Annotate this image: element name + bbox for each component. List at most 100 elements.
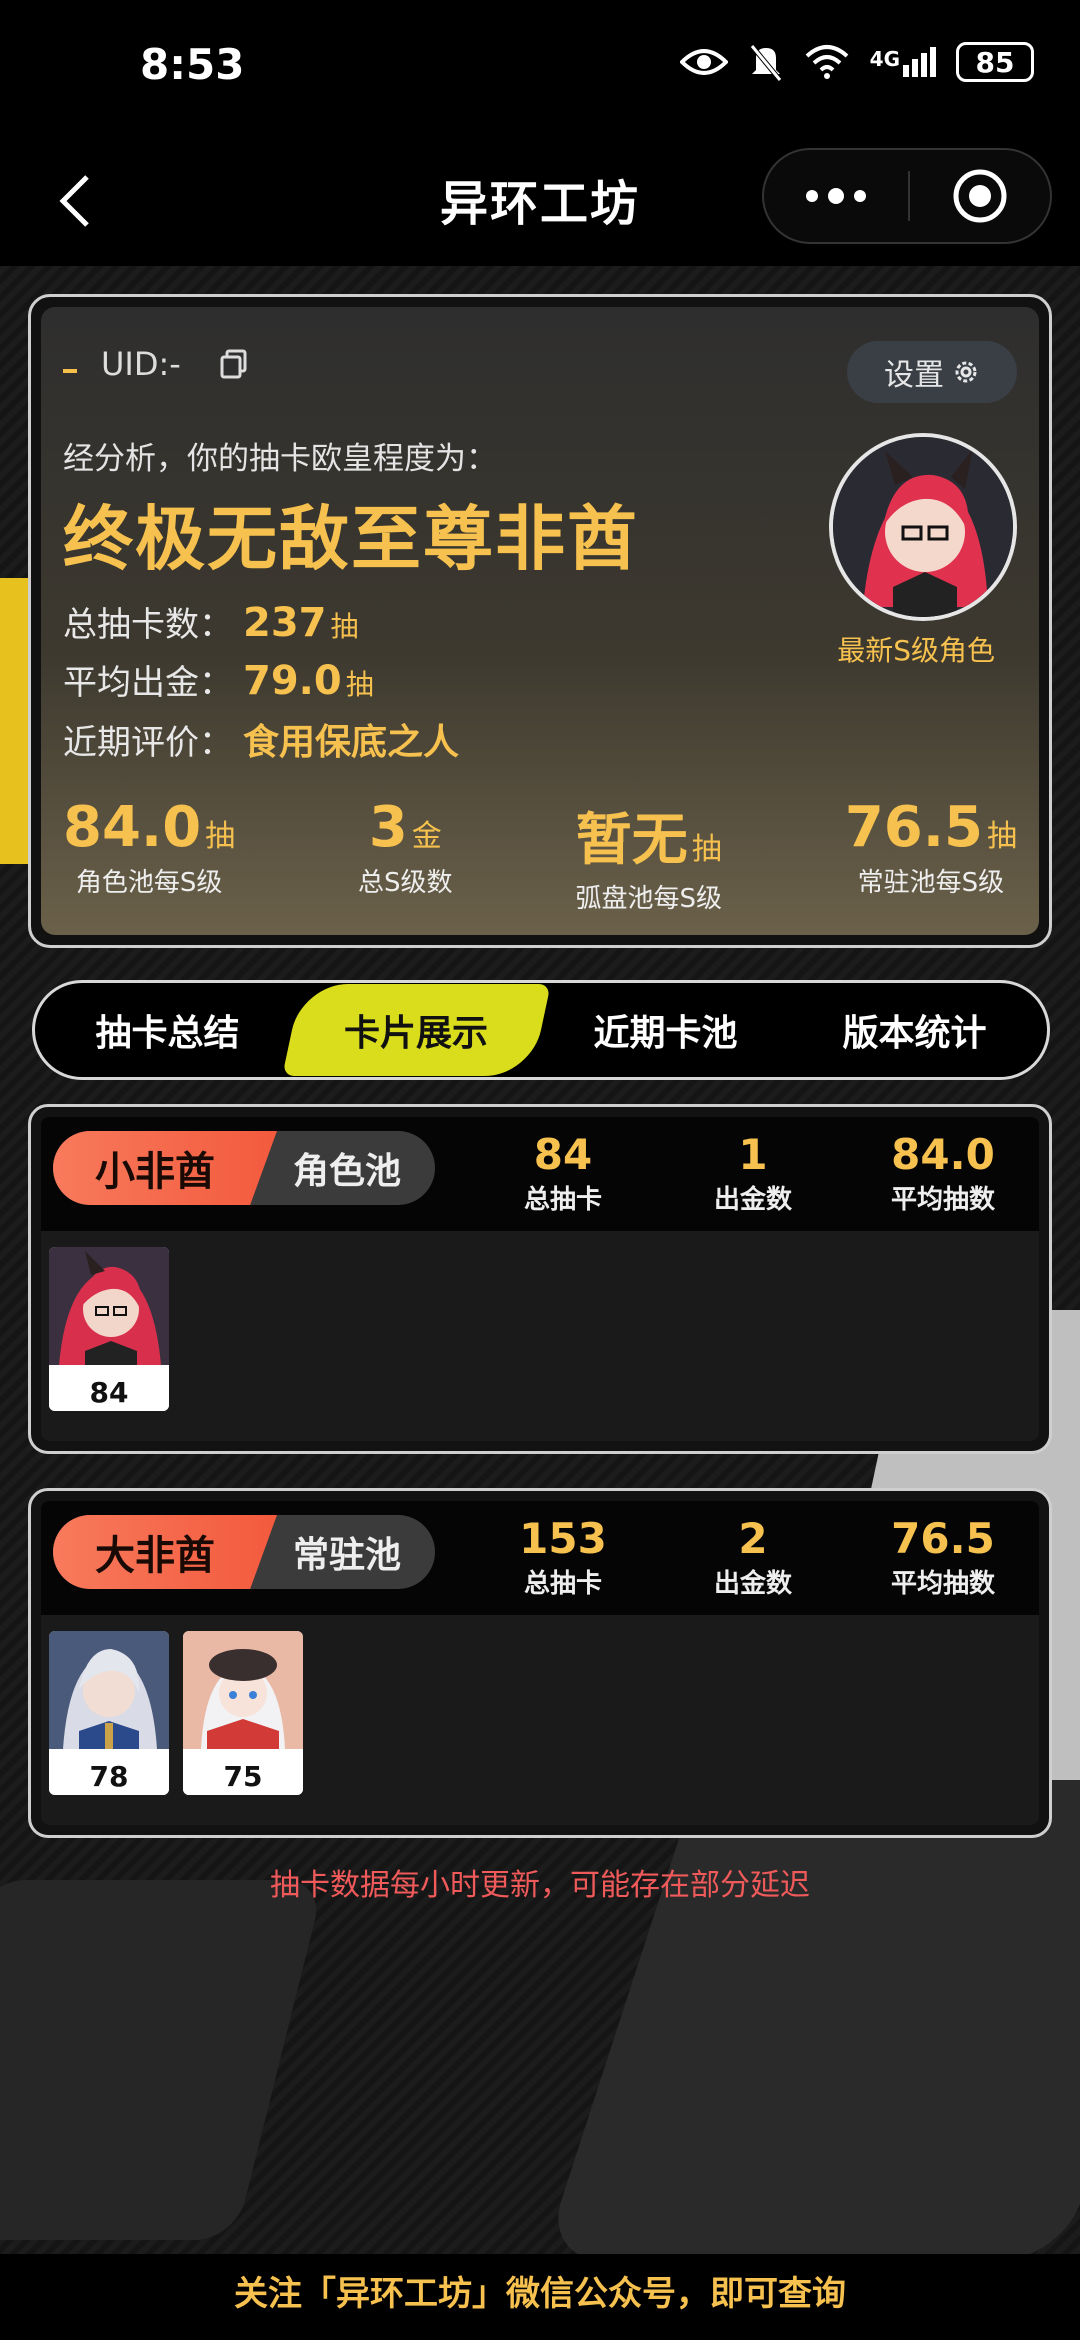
- miniprogram-capsule: [762, 148, 1052, 244]
- latest-s-character-label: 最新S级角色: [837, 634, 995, 667]
- tab-label: 版本统计: [842, 1013, 987, 1054]
- pull-unit: 抽: [330, 610, 359, 643]
- stat-value: 84.0: [63, 795, 202, 860]
- pool-rank-pill: 大非酋 常驻池: [53, 1515, 435, 1589]
- pool-stat-value: 1: [738, 1130, 768, 1179]
- character-card[interactable]: 78: [49, 1631, 169, 1795]
- character-portrait-icon: [833, 437, 1013, 617]
- pool-stat-value: 76.5: [891, 1514, 995, 1563]
- pool-name: 常驻池: [293, 1535, 402, 1576]
- update-notice: 抽卡数据每小时更新，可能存在部分延迟: [270, 1868, 810, 1903]
- more-dots-icon: [806, 188, 866, 204]
- card-pull-count: 84: [49, 1369, 169, 1411]
- uid-label: UID:-: [101, 345, 181, 383]
- pool-stat-total: 153 总抽卡: [483, 1515, 643, 1600]
- stat-value: 76.5: [844, 795, 983, 860]
- target-icon: [953, 169, 1007, 223]
- network-label: 4G: [869, 47, 900, 71]
- tab-label: 近期卡池: [593, 1013, 738, 1054]
- pool-stat-label: 总抽卡: [523, 1569, 602, 1599]
- pool-stat-value: 84: [533, 1130, 593, 1179]
- uid-marker: [63, 369, 77, 373]
- pool-stat-average: 76.5 平均抽数: [863, 1515, 1023, 1600]
- pool-cards: 84: [41, 1231, 1039, 1441]
- tab-card-display[interactable]: 卡片展示: [282, 984, 551, 1076]
- gear-icon: [955, 361, 977, 383]
- signal-4g-icon: 4G: [870, 47, 936, 77]
- close-miniprogram-button[interactable]: [910, 168, 1050, 224]
- stat-unit: 抽: [205, 819, 236, 854]
- pool-rank: 小非酋: [53, 1131, 277, 1205]
- pool-stat-label: 平均抽数: [890, 1569, 995, 1599]
- analysis-text: 经分析，你的抽卡欧皇程度为：: [63, 441, 497, 477]
- pool-stat-value: 153: [519, 1514, 607, 1563]
- status-time: 8:53: [140, 40, 245, 89]
- stat-value: 暂无: [575, 808, 688, 873]
- pool-stat-label: 出金数: [713, 1185, 792, 1215]
- avg-gold-label: 平均出金：: [63, 663, 233, 703]
- more-button[interactable]: [764, 186, 908, 206]
- pool-stat-label: 出金数: [713, 1569, 792, 1599]
- total-pulls-label: 总抽卡数：: [63, 605, 233, 645]
- stat-unit: 抽: [987, 819, 1017, 854]
- settings-button[interactable]: 设置: [847, 341, 1017, 403]
- card-pull-count: 78: [49, 1753, 169, 1795]
- total-pulls-value: 237: [243, 600, 327, 646]
- pool-stat-value: 2: [738, 1514, 768, 1563]
- character-card[interactable]: 84: [49, 1247, 169, 1411]
- stat-arc-pool-per-s: 暂无抽 弧盘池每S级: [575, 795, 722, 915]
- copy-icon[interactable]: [217, 347, 251, 381]
- pool-stat-value: 84.0: [891, 1130, 995, 1179]
- stat-unit: 金: [411, 819, 442, 854]
- battery-indicator: 85: [956, 42, 1034, 82]
- stat-label: 弧盘池每S级: [575, 884, 722, 914]
- pool-stat-label: 平均抽数: [890, 1185, 995, 1215]
- wifi-icon: [805, 45, 848, 79]
- pool-rank: 大非酋: [53, 1515, 277, 1589]
- pool-header: 小非酋 角色池 84 总抽卡 1 出金数 84.0 平均抽数: [41, 1117, 1039, 1231]
- stat-standard-pool-per-s: 76.5 抽 常驻池每S级: [845, 795, 1017, 915]
- pool-card-standard: 大非酋 常驻池 153 总抽卡 2 出金数 76.5 平均抽数 78 75: [28, 1488, 1052, 1838]
- pool-stat-gold: 1 出金数: [673, 1131, 833, 1216]
- pool-cards: 78 75: [41, 1615, 1039, 1825]
- avg-gold-value: 79.0: [243, 658, 342, 704]
- pool-stat-total: 84 总抽卡: [483, 1131, 643, 1216]
- character-art-icon: [49, 1631, 169, 1749]
- recent-eval-line: 近期评价： 食用保底之人: [63, 713, 459, 765]
- tab-recent-pools[interactable]: 近期卡池: [541, 984, 790, 1076]
- pool-header: 大非酋 常驻池 153 总抽卡 2 出金数 76.5 平均抽数: [41, 1501, 1039, 1615]
- stat-label: 角色池每S级: [75, 868, 223, 898]
- bottom-stats: 84.0 抽 角色池每S级 3金 总S级数 暂无抽 弧盘池每S级 76.5 抽 常驻…: [41, 795, 1039, 915]
- recent-eval-value: 食用保底之人: [243, 722, 460, 763]
- tab-version-stats[interactable]: 版本统计: [790, 984, 1039, 1076]
- stat-label: 常驻池每S级: [857, 868, 1005, 898]
- status-bar: 8:53 4G 85: [0, 0, 1080, 140]
- pool-card-character: 小非酋 角色池 84 总抽卡 1 出金数 84.0 平均抽数 84: [28, 1104, 1052, 1454]
- tab-summary[interactable]: 抽卡总结: [43, 984, 292, 1076]
- card-pull-count: 75: [183, 1753, 303, 1795]
- status-icons: 4G 85: [679, 42, 1034, 82]
- stat-total-s: 3金 总S级数: [358, 795, 453, 915]
- pool-stat-label: 总抽卡: [523, 1185, 602, 1215]
- pool-rank-pill: 小非酋 角色池: [53, 1131, 435, 1205]
- character-art-icon: [49, 1247, 169, 1365]
- stat-value: 3: [368, 795, 408, 860]
- mute-bell-icon: [749, 44, 782, 82]
- avg-gold-line: 平均出金： 79.0 抽: [63, 655, 374, 704]
- stat-unit: 抽: [691, 832, 722, 867]
- tab-bar: 抽卡总结 卡片展示 近期卡池 版本统计: [32, 980, 1050, 1080]
- footer-banner[interactable]: 关注「异环工坊」微信公众号，即可查询: [0, 2254, 1080, 2340]
- eye-icon: [679, 49, 728, 75]
- tab-label: 抽卡总结: [95, 1013, 240, 1054]
- summary-panel: UID:- 设置 经分析，你的抽卡欧皇程度为： 终极无敌至尊非酋 总抽卡数： 23…: [41, 307, 1039, 935]
- luck-verdict: 终极无敌至尊非酋: [63, 498, 639, 580]
- settings-label: 设置: [884, 358, 944, 393]
- tab-label: 卡片展示: [344, 1013, 489, 1054]
- latest-s-character-avatar[interactable]: [829, 433, 1017, 621]
- navbar: 异环工坊: [0, 140, 1080, 266]
- stat-character-pool-per-s: 84.0 抽 角色池每S级: [63, 795, 235, 915]
- pool-stat-average: 84.0 平均抽数: [863, 1131, 1023, 1216]
- character-card[interactable]: 75: [183, 1631, 303, 1795]
- recent-eval-label: 近期评价：: [63, 723, 233, 763]
- summary-card: UID:- 设置 经分析，你的抽卡欧皇程度为： 终极无敌至尊非酋 总抽卡数： 23…: [28, 294, 1052, 948]
